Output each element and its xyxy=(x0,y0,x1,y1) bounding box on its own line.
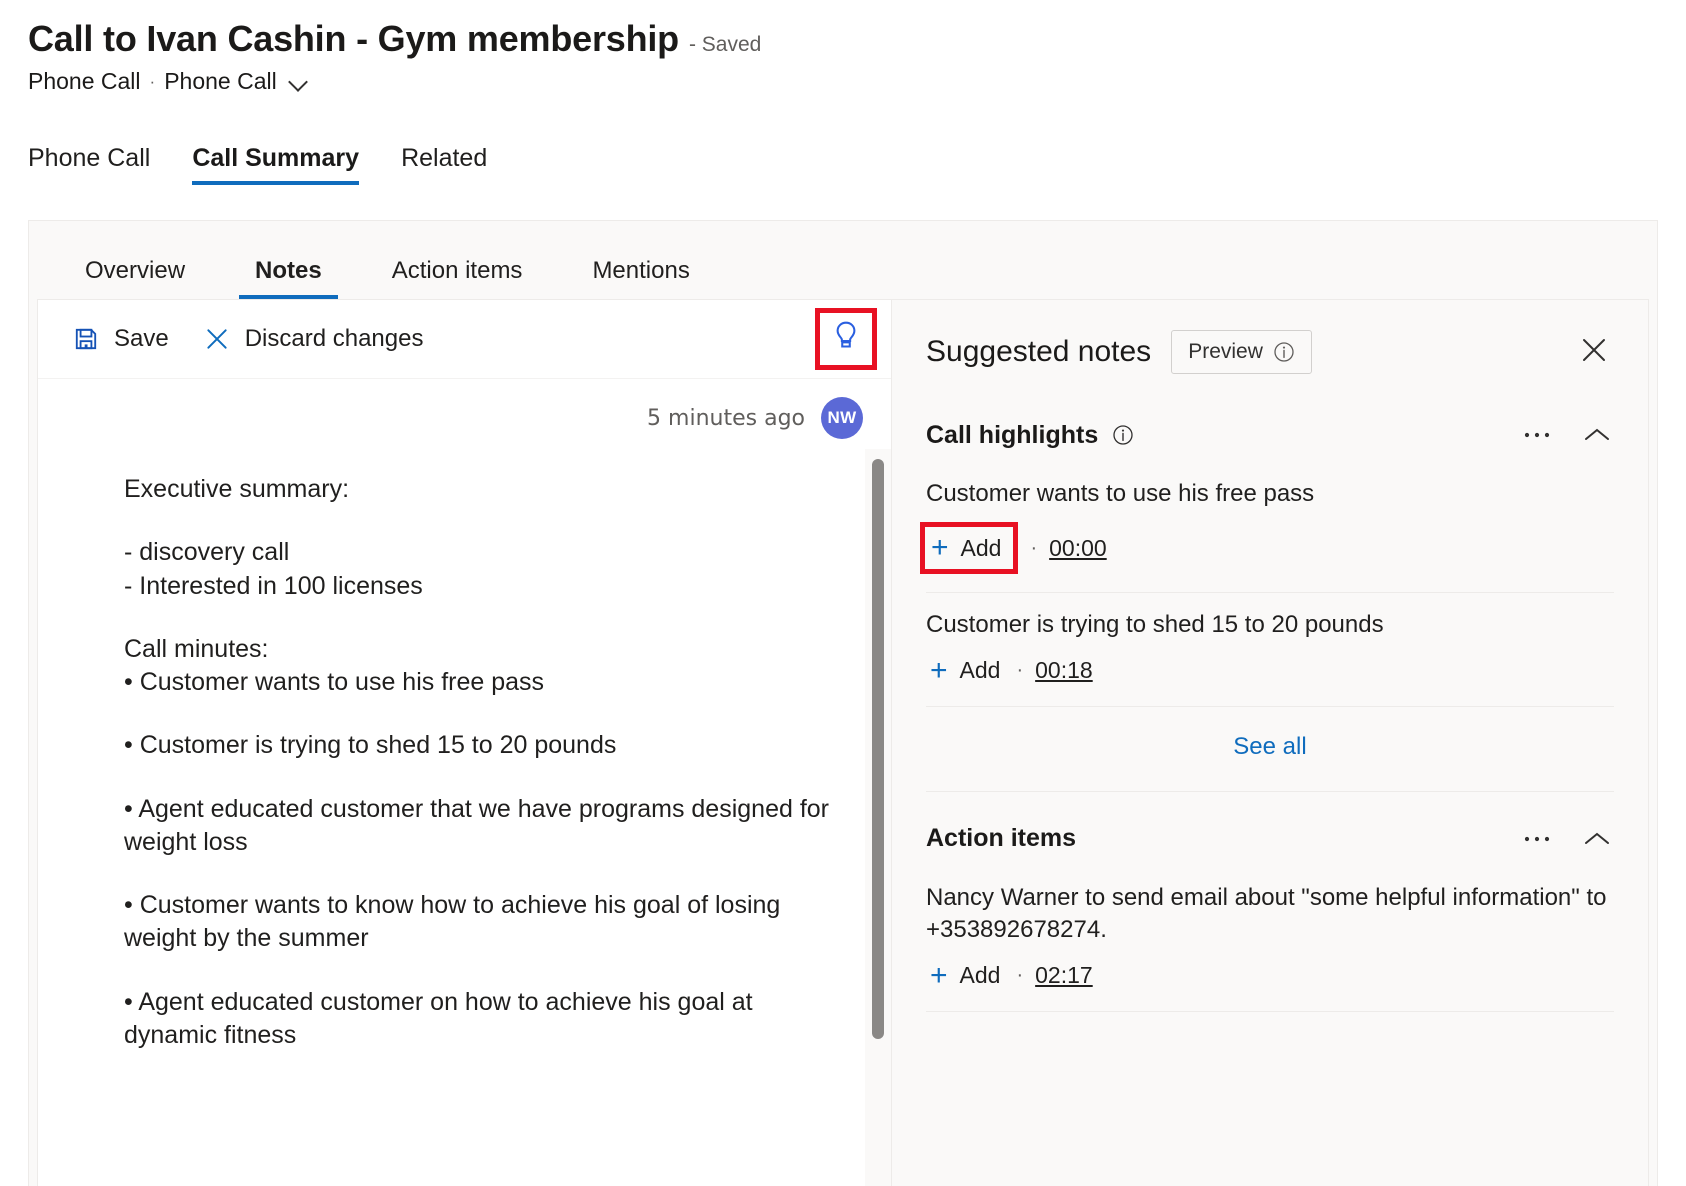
tab-phone-call[interactable]: Phone Call xyxy=(28,144,150,185)
plus-icon: + xyxy=(930,656,948,686)
item-actions: + Add · 00:18 xyxy=(926,654,1614,688)
info-icon[interactable] xyxy=(1273,341,1295,363)
tab-related[interactable]: Related xyxy=(401,144,487,185)
suggested-notes-header: Suggested notes Preview xyxy=(926,300,1614,404)
item-actions: + Add · 00:00 xyxy=(926,522,1614,574)
add-note-button[interactable]: + Add xyxy=(920,522,1018,574)
discard-changes-button[interactable]: Discard changes xyxy=(203,325,424,353)
section-header-call-highlights: Call highlights xyxy=(926,404,1614,462)
breadcrumb-separator: · xyxy=(150,72,156,92)
timecode-link[interactable]: 00:00 xyxy=(1049,535,1107,562)
add-note-button[interactable]: + Add xyxy=(926,959,1004,993)
notes-scrollbar[interactable] xyxy=(865,449,891,1186)
lightbulb-icon xyxy=(831,320,861,359)
add-note-button[interactable]: + Add xyxy=(926,654,1004,688)
close-x-icon xyxy=(203,325,231,353)
note-line: - Interested in 100 licenses xyxy=(124,570,829,603)
list-item: Customer is trying to shed 15 to 20 poun… xyxy=(926,593,1614,706)
tab-call-summary[interactable]: Call Summary xyxy=(192,144,359,185)
note-line: • Customer is trying to shed 15 to 20 po… xyxy=(124,729,829,762)
notes-pane: Save Discard changes xyxy=(37,299,892,1186)
item-actions: + Add · 02:17 xyxy=(926,959,1614,993)
breadcrumb: Phone Call · Phone Call xyxy=(28,68,1686,95)
notes-editor[interactable]: Executive summary: - discovery call - In… xyxy=(38,449,865,1186)
highlight-text: Customer wants to use his free pass xyxy=(926,478,1614,510)
summary-tabs: Overview Notes Action items Mentions xyxy=(29,221,1657,299)
timecode-link[interactable]: 00:18 xyxy=(1035,657,1093,684)
record-header: Call to Ivan Cashin - Gym membership - S… xyxy=(0,0,1686,95)
list-item: Customer wants to use his free pass + Ad… xyxy=(926,462,1614,593)
suggested-notes-title: Suggested notes xyxy=(926,335,1151,369)
chevron-up-icon[interactable] xyxy=(1580,418,1614,452)
add-label: Add xyxy=(960,657,1001,684)
note-line: • Customer wants to know how to achieve … xyxy=(124,889,829,956)
note-line: • Agent educated customer that we have p… xyxy=(124,793,829,860)
note-line: • Customer wants to use his free pass xyxy=(124,666,829,699)
section-header-action-items: Action items xyxy=(926,792,1614,866)
separator-dot: · xyxy=(1030,537,1037,560)
section-title: Action items xyxy=(926,824,1076,853)
scrollbar-thumb[interactable] xyxy=(872,459,884,1039)
chevron-up-icon[interactable] xyxy=(1580,822,1614,856)
breadcrumb-entity: Phone Call xyxy=(28,68,141,95)
note-line: - discovery call xyxy=(124,536,829,569)
save-button[interactable]: Save xyxy=(72,325,169,353)
note-line: Executive summary: xyxy=(124,473,829,506)
section-actions xyxy=(1520,418,1614,452)
discard-label: Discard changes xyxy=(245,325,424,353)
separator-dot: · xyxy=(1016,659,1023,682)
call-summary-card: Overview Notes Action items Mentions xyxy=(28,220,1658,1186)
preview-badge[interactable]: Preview xyxy=(1171,330,1312,374)
plus-icon: + xyxy=(931,533,949,563)
notes-body-wrap: Executive summary: - discovery call - In… xyxy=(38,449,891,1186)
info-icon[interactable] xyxy=(1112,424,1134,446)
tab-notes[interactable]: Notes xyxy=(239,257,338,299)
page-title: Call to Ivan Cashin - Gym membership xyxy=(28,18,679,60)
notes-timestamp: 5 minutes ago xyxy=(647,406,805,431)
list-item: Nancy Warner to send email about "some h… xyxy=(926,866,1614,1012)
separator-dot: · xyxy=(1016,964,1023,987)
more-options-button[interactable] xyxy=(1520,418,1554,452)
tab-mentions[interactable]: Mentions xyxy=(576,257,705,299)
add-label: Add xyxy=(960,962,1001,989)
chevron-down-icon[interactable] xyxy=(288,75,310,89)
close-icon xyxy=(1579,335,1609,370)
timecode-link[interactable]: 02:17 xyxy=(1035,962,1093,989)
save-label: Save xyxy=(114,325,169,353)
note-line: Call minutes: xyxy=(124,633,829,666)
tab-overview[interactable]: Overview xyxy=(69,257,201,299)
save-icon xyxy=(72,325,100,353)
close-panel-button[interactable] xyxy=(1574,332,1614,372)
action-item-text: Nancy Warner to send email about "some h… xyxy=(926,882,1614,947)
suggested-notes-toggle[interactable] xyxy=(815,308,877,370)
tab-action-items[interactable]: Action items xyxy=(376,257,539,299)
section-title: Call highlights xyxy=(926,421,1098,450)
form-tabs: Phone Call Call Summary Related xyxy=(0,129,1686,185)
notes-meta: 5 minutes ago NW xyxy=(38,379,891,449)
note-line: • Agent educated customer on how to achi… xyxy=(124,986,829,1053)
see-all-row: See all xyxy=(926,707,1614,792)
see-all-link[interactable]: See all xyxy=(1233,733,1306,760)
breadcrumb-form: Phone Call xyxy=(164,68,277,95)
preview-label: Preview xyxy=(1188,340,1263,364)
more-options-button[interactable] xyxy=(1520,822,1554,856)
add-label: Add xyxy=(961,535,1002,562)
saved-status: - Saved xyxy=(689,33,761,57)
summary-panes: Save Discard changes xyxy=(37,299,1649,1186)
section-actions xyxy=(1520,822,1614,856)
avatar[interactable]: NW xyxy=(821,397,863,439)
record-title-row: Call to Ivan Cashin - Gym membership - S… xyxy=(28,18,1686,60)
suggested-notes-pane: Suggested notes Preview xyxy=(892,299,1649,1186)
notes-toolbar: Save Discard changes xyxy=(38,300,891,379)
plus-icon: + xyxy=(930,961,948,991)
highlight-text: Customer is trying to shed 15 to 20 poun… xyxy=(926,609,1614,641)
